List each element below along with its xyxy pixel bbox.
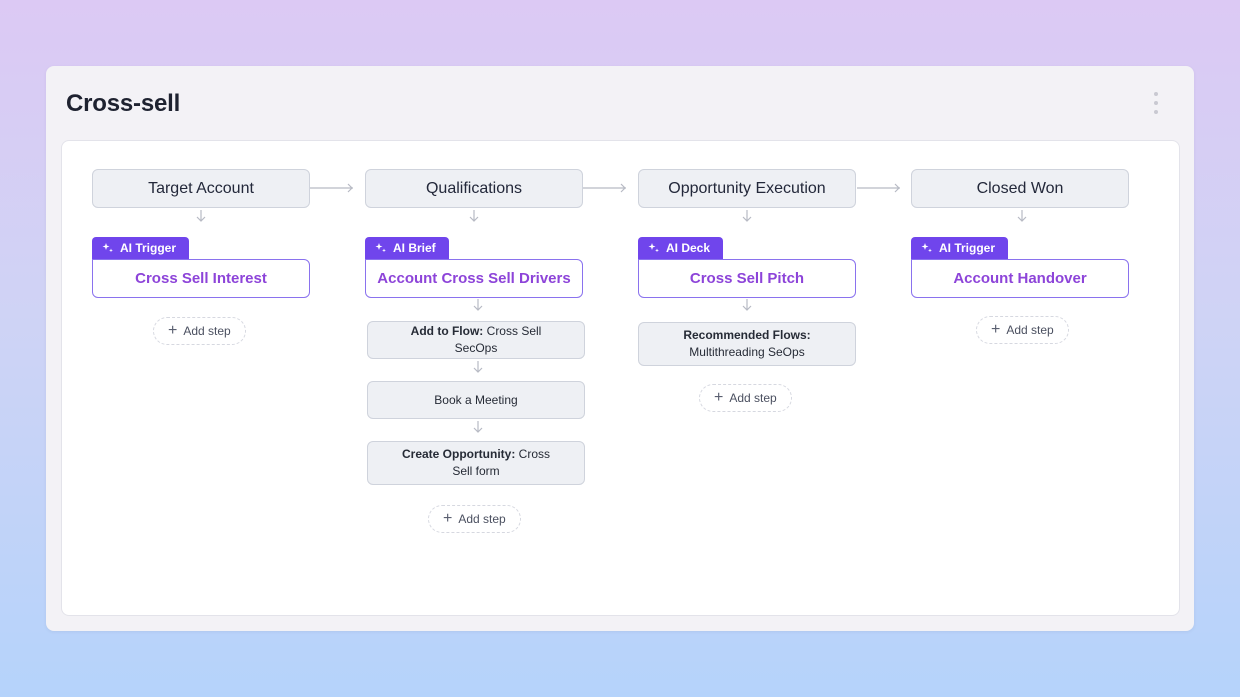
step-book-a-meeting[interactable]: Book a Meeting bbox=[367, 381, 585, 419]
arrow-right-icon bbox=[583, 183, 626, 193]
add-step-button[interactable]: + Add step bbox=[699, 384, 792, 412]
sparkles-icon bbox=[921, 243, 932, 253]
stage-qualifications[interactable]: Qualifications bbox=[365, 169, 583, 208]
ai-card-cross-sell-interest[interactable]: Cross Sell Interest bbox=[92, 259, 310, 298]
tag-label: AI Brief bbox=[393, 241, 436, 255]
tag-label: AI Trigger bbox=[120, 241, 177, 255]
plus-icon: + bbox=[991, 321, 1001, 338]
stage-column-target-account: Target Account AI Trigger Cross Sell Int… bbox=[92, 141, 310, 617]
step-text: Create Opportunity: Cross Sell form bbox=[401, 447, 550, 478]
ai-card-account-handover[interactable]: Account Handover bbox=[911, 259, 1129, 298]
ai-trigger-tag: AI Trigger bbox=[911, 237, 1009, 259]
arrow-down-icon bbox=[473, 421, 483, 433]
kebab-menu-icon[interactable] bbox=[1152, 92, 1160, 114]
arrow-down-icon bbox=[469, 210, 479, 222]
ai-trigger-tag: AI Trigger bbox=[92, 237, 190, 259]
plus-icon: + bbox=[168, 322, 178, 339]
add-step-label: Add step bbox=[458, 512, 506, 526]
step-create-opportunity[interactable]: Create Opportunity: Cross Sell form bbox=[367, 441, 585, 485]
add-step-button[interactable]: + Add step bbox=[153, 317, 246, 345]
page-title: Cross-sell bbox=[66, 90, 181, 117]
stage-column-qualifications: Qualifications AI Brief Account Cross Se… bbox=[365, 141, 585, 617]
add-step-button[interactable]: + Add step bbox=[976, 316, 1069, 344]
step-text: Recommended Flows: Multithreading SeOps bbox=[683, 328, 811, 359]
ai-brief-tag: AI Brief bbox=[365, 237, 449, 259]
stage-target-account[interactable]: Target Account bbox=[92, 169, 310, 208]
flow-canvas: Target Account AI Trigger Cross Sell Int… bbox=[61, 140, 1180, 616]
stage-column-opportunity-execution: Opportunity Execution AI Deck Cross Sell… bbox=[638, 141, 856, 617]
arrow-right-icon bbox=[857, 183, 900, 193]
arrow-down-icon bbox=[742, 210, 752, 222]
step-text: Book a Meeting bbox=[434, 392, 518, 407]
ai-card-account-cross-sell-drivers[interactable]: Account Cross Sell Drivers bbox=[365, 259, 583, 298]
add-step-button[interactable]: + Add step bbox=[428, 505, 521, 533]
add-step-label: Add step bbox=[183, 324, 231, 338]
arrow-down-icon bbox=[473, 299, 483, 311]
ai-card-cross-sell-pitch[interactable]: Cross Sell Pitch bbox=[638, 259, 856, 298]
add-step-label: Add step bbox=[729, 391, 777, 405]
sparkles-icon bbox=[102, 243, 113, 253]
stage-opportunity-execution[interactable]: Opportunity Execution bbox=[638, 169, 856, 208]
workflow-panel: Cross-sell Target Account AI Trigger Cro… bbox=[46, 66, 1194, 631]
step-add-to-flow[interactable]: Add to Flow: Cross Sell SecOps bbox=[367, 321, 585, 359]
ai-deck-tag: AI Deck bbox=[638, 237, 724, 259]
arrow-right-icon bbox=[310, 183, 353, 193]
arrow-down-icon bbox=[742, 299, 752, 311]
tag-label: AI Deck bbox=[666, 241, 711, 255]
add-step-label: Add step bbox=[1006, 323, 1054, 337]
arrow-down-icon bbox=[473, 361, 483, 373]
arrow-down-icon bbox=[196, 210, 206, 222]
sparkles-icon bbox=[648, 243, 659, 253]
stage-column-closed-won: Closed Won AI Trigger Account Handover +… bbox=[911, 141, 1129, 617]
stage-closed-won[interactable]: Closed Won bbox=[911, 169, 1129, 208]
sparkles-icon bbox=[375, 243, 386, 253]
tag-label: AI Trigger bbox=[939, 241, 996, 255]
step-text: Add to Flow: Cross Sell SecOps bbox=[410, 324, 542, 355]
plus-icon: + bbox=[714, 389, 724, 406]
step-recommended-flows[interactable]: Recommended Flows: Multithreading SeOps bbox=[638, 322, 856, 366]
arrow-down-icon bbox=[1017, 210, 1027, 222]
plus-icon: + bbox=[443, 510, 453, 527]
